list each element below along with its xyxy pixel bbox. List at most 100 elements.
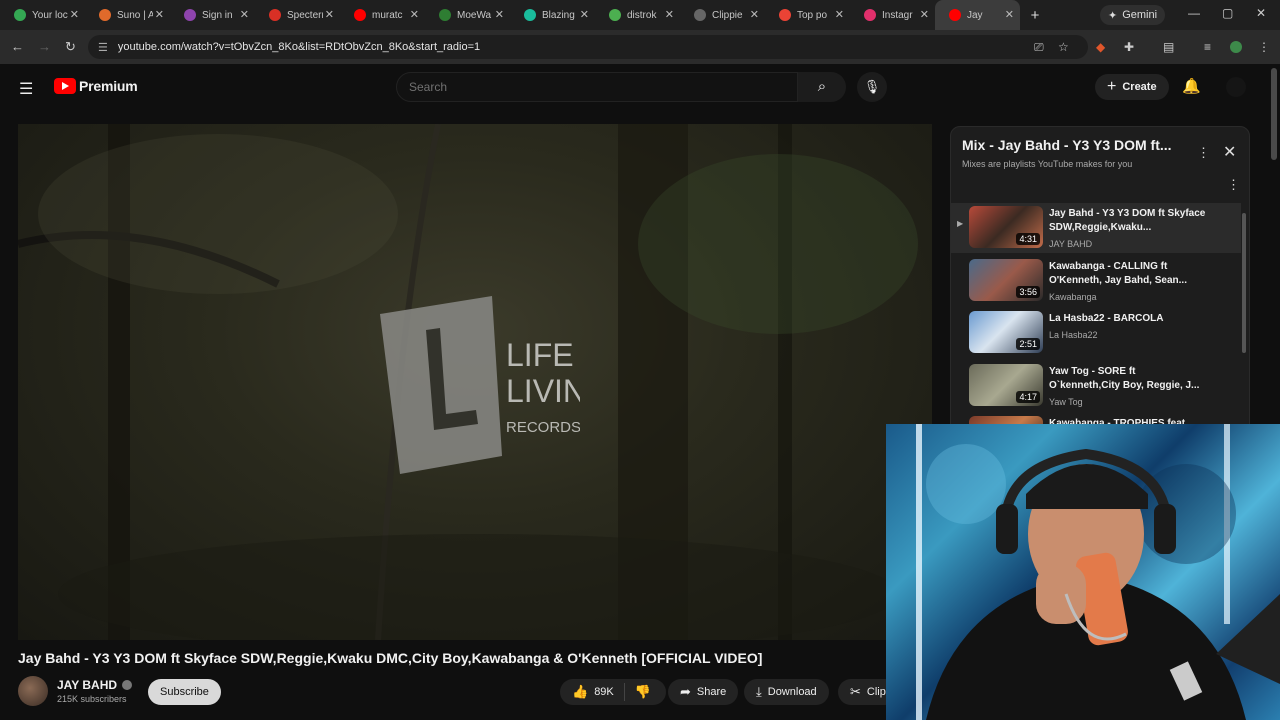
- tab-title: muratc: [372, 9, 403, 21]
- notifications-bell-icon[interactable]: 🔔: [1182, 77, 1201, 95]
- subscribe-button[interactable]: Subscribe: [148, 679, 221, 705]
- close-tab-icon[interactable]: ✕: [750, 8, 759, 21]
- playlist-thumbnail[interactable]: 2:51: [969, 311, 1043, 353]
- close-tab-icon[interactable]: ✕: [580, 8, 589, 21]
- create-button[interactable]: + Create: [1095, 74, 1169, 100]
- browser-tab[interactable]: Jay ✕: [935, 0, 1020, 30]
- media-controls-icon[interactable]: ≡: [1204, 40, 1211, 54]
- close-tab-icon[interactable]: ✕: [665, 8, 674, 21]
- bookmark-star-icon[interactable]: ☆: [1058, 40, 1069, 54]
- close-tab-icon[interactable]: ✕: [70, 8, 79, 21]
- mix-playlist-panel: Mix - Jay Bahd - Y3 Y3 DOM ft... Mixes a…: [950, 126, 1250, 458]
- search-box[interactable]: [396, 72, 798, 102]
- close-tab-icon[interactable]: ✕: [920, 8, 929, 21]
- account-avatar[interactable]: [1226, 77, 1246, 97]
- close-tab-icon[interactable]: ✕: [835, 8, 844, 21]
- gemini-label: Gemini: [1122, 9, 1158, 21]
- like-dislike-group: 👍 89K 👎: [560, 679, 666, 705]
- close-tab-icon[interactable]: ✕: [325, 8, 334, 21]
- browser-tab[interactable]: Sign in ✕: [170, 0, 255, 30]
- close-window-icon[interactable]: ✕: [1256, 6, 1266, 20]
- new-tab-button[interactable]: +: [1022, 7, 1048, 24]
- browser-tab[interactable]: muratc ✕: [340, 0, 425, 30]
- browser-tab[interactable]: Your loc ✕: [0, 0, 85, 30]
- channel-avatar[interactable]: [18, 676, 48, 706]
- side-panel-icon[interactable]: ▤: [1163, 40, 1174, 54]
- browser-tab[interactable]: Clippie ✕: [680, 0, 765, 30]
- channel-name-row[interactable]: JAY BAHD: [57, 678, 133, 692]
- browser-tab[interactable]: Blazing ✕: [510, 0, 595, 30]
- youtube-premium-logo[interactable]: Premium: [54, 78, 138, 94]
- browser-tab[interactable]: distrok ✕: [595, 0, 680, 30]
- url-text[interactable]: youtube.com/watch?v=tObvZcn_8Ko&list=RDt…: [118, 41, 480, 53]
- playlist-title[interactable]: Mix - Jay Bahd - Y3 Y3 DOM ft...: [962, 137, 1182, 153]
- download-button[interactable]: ⤓ Download: [744, 679, 829, 705]
- playlist-item[interactable]: 2:51 La Hasba22 - BARCOLA La Hasba22: [951, 308, 1241, 358]
- like-button[interactable]: 👍 89K: [560, 683, 625, 701]
- playlist-item[interactable]: ▶ 4:31 Jay Bahd - Y3 Y3 DOM ft Skyface SDW…: [951, 203, 1241, 253]
- playlist-item-title[interactable]: La Hasba22 - BARCOLA: [1049, 312, 1209, 326]
- playlist-thumbnail[interactable]: 4:31: [969, 206, 1043, 248]
- thumbs-up-icon: 👍: [572, 684, 589, 699]
- video-player[interactable]: LIFE LIVING RECORDS: [18, 124, 932, 640]
- omnibox[interactable]: ☰ youtube.com/watch?v=tObvZcn_8Ko&list=R…: [88, 35, 1088, 59]
- chrome-menu-icon[interactable]: ⋮: [1258, 40, 1270, 54]
- watermark-line3: RECORDS: [506, 419, 580, 436]
- browser-tab[interactable]: Specterr ✕: [255, 0, 340, 30]
- reload-icon[interactable]: ↻: [65, 39, 76, 55]
- browser-tab[interactable]: Top po ✕: [765, 0, 850, 30]
- tab-favicon-icon: [269, 9, 281, 21]
- maximize-icon[interactable]: ▢: [1222, 6, 1233, 20]
- playlist-thumbnail[interactable]: 3:56: [969, 258, 1043, 301]
- tab-favicon-icon: [184, 9, 196, 21]
- forward-icon[interactable]: →: [38, 39, 51, 54]
- playlist-more-icon[interactable]: ⋮: [1197, 145, 1210, 161]
- close-tab-icon[interactable]: ✕: [1005, 8, 1014, 21]
- gemini-button[interactable]: ✦ Gemini: [1100, 5, 1166, 25]
- tab-title: Jay: [967, 9, 983, 21]
- browser-tab[interactable]: Instagr ✕: [850, 0, 935, 30]
- menu-icon[interactable]: ☰: [19, 79, 33, 99]
- close-tab-icon[interactable]: ✕: [410, 8, 419, 21]
- share-label: Share: [696, 686, 727, 698]
- playlist-item-title[interactable]: Jay Bahd - Y3 Y3 DOM ft Skyface SDW,Regg…: [1049, 207, 1209, 235]
- extension-icon[interactable]: ◆: [1096, 40, 1105, 54]
- profile-avatar[interactable]: [1230, 41, 1242, 53]
- close-playlist-icon[interactable]: ✕: [1223, 142, 1236, 162]
- playlist-item-channel: Kawabanga: [1049, 291, 1097, 302]
- webcam-feed: [916, 424, 1280, 720]
- watermark-line1: LIFE: [506, 337, 574, 373]
- close-tab-icon[interactable]: ✕: [155, 8, 164, 21]
- playlist-item[interactable]: 3:56 Kawabanga - CALLING ft O'Kenneth, Ja…: [951, 256, 1241, 306]
- search-button[interactable]: ⌕: [798, 72, 846, 102]
- dislike-button[interactable]: 👎: [625, 684, 651, 700]
- channel-name[interactable]: JAY BAHD: [57, 678, 117, 692]
- browser-tab[interactable]: Suno | A ✕: [85, 0, 170, 30]
- close-tab-icon[interactable]: ✕: [495, 8, 504, 21]
- share-button[interactable]: ➦ Share: [668, 679, 739, 705]
- site-info-icon[interactable]: ☰: [98, 41, 108, 54]
- back-icon[interactable]: ←: [11, 39, 24, 54]
- playlist-item-title[interactable]: Yaw Tog - SORE ft O`kenneth,City Boy, Re…: [1049, 365, 1209, 393]
- minimize-icon[interactable]: —: [1188, 6, 1200, 20]
- extensions-puzzle-icon[interactable]: ✚: [1124, 40, 1134, 54]
- playlist-scrollbar[interactable]: [1242, 213, 1246, 353]
- voice-search-button[interactable]: 🎙: [857, 72, 887, 102]
- tab-title: Suno | A: [117, 9, 153, 21]
- logo-text: Premium: [79, 78, 138, 94]
- page-scrollbar[interactable]: [1271, 68, 1277, 160]
- tab-title: Instagr: [882, 9, 913, 21]
- playlist-thumbnail[interactable]: 4:17: [969, 363, 1043, 406]
- close-tab-icon[interactable]: ✕: [240, 8, 249, 21]
- scissors-icon: ✂: [850, 684, 861, 699]
- browser-tab[interactable]: MoeWa ✕: [425, 0, 510, 30]
- gemini-icon: ✦: [1108, 9, 1118, 22]
- verified-badge-icon: [122, 680, 133, 690]
- playlist-options-icon[interactable]: ⋮: [1227, 177, 1240, 193]
- playlist-item[interactable]: 4:17 Yaw Tog - SORE ft O`kenneth,City Boy…: [951, 361, 1241, 411]
- plus-icon: +: [1107, 78, 1117, 95]
- install-app-icon[interactable]: ⎚: [1034, 40, 1044, 55]
- search-input[interactable]: [409, 80, 797, 94]
- playlist-item-title[interactable]: Kawabanga - CALLING ft O'Kenneth, Jay Ba…: [1049, 260, 1209, 288]
- streamer-webcam-overlay: [886, 424, 1280, 720]
